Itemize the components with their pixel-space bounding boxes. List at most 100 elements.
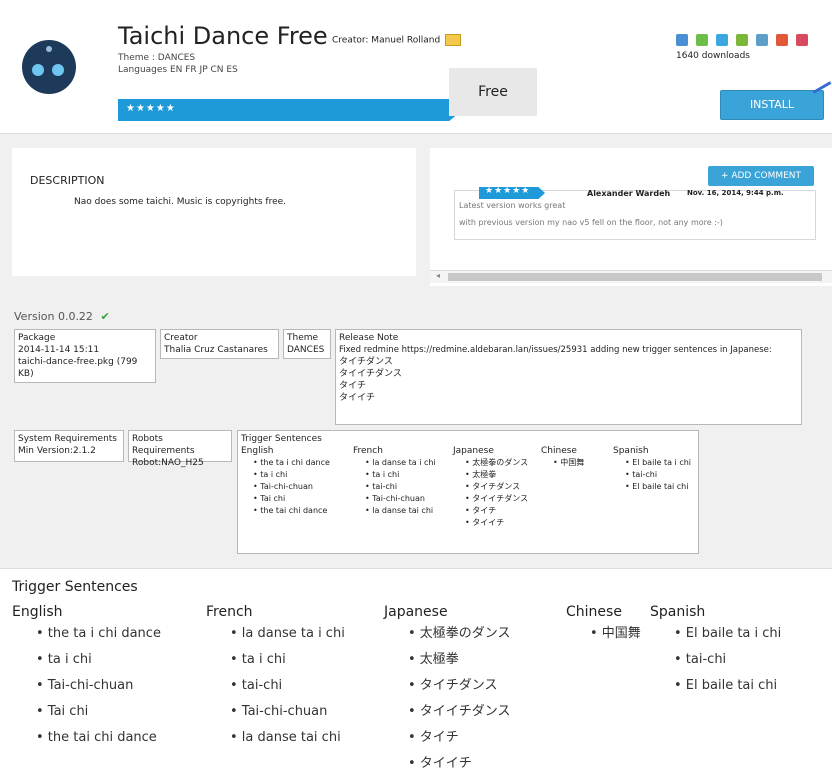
trigger-item: • El baile ta i chi <box>674 626 782 641</box>
logo-dot <box>46 46 52 52</box>
check-icon <box>696 34 708 46</box>
comment-box: ★★★★★ Alexander Wardeh Nov. 16, 2014, 9:… <box>454 187 816 240</box>
creator-value: Thalia Cruz Castanares <box>164 345 268 355</box>
description-panel: DESCRIPTION Nao does some taichi. Music … <box>12 148 416 276</box>
person-icon <box>776 34 788 46</box>
trigger-column-french: French • la danse ta i chi • ta i chi • tai… <box>353 445 436 517</box>
rating-bar: ★★★★★ <box>118 99 463 121</box>
trigger-item: • tai-chi <box>674 652 727 667</box>
trigger-language-heading: Spanish <box>650 604 706 620</box>
trigger-item: • 太極拳 <box>408 652 459 667</box>
logo-eye-right <box>52 64 64 76</box>
comment-author: Alexander Wardeh <box>587 189 671 198</box>
description-text: Nao does some taichi. Music is copyright… <box>74 197 287 207</box>
trigger-column-japanese: Japanese • 太極拳のダンス • 太極拳 • タイチダンス • タイイチダンス •… <box>384 603 511 777</box>
comment-line-1: Latest version works great <box>459 201 566 210</box>
trigger-column-chinese: Chinese • 中国舞 <box>541 445 584 469</box>
creator-link[interactable]: Creator: Manuel Rolland <box>332 34 462 47</box>
triggers-title: Trigger Sentences <box>12 579 138 595</box>
version-text: Version 0.0.22 <box>14 310 93 323</box>
trigger-item: • the ta i chi dance <box>36 626 161 641</box>
comments-scrollbar[interactable]: ◂ <box>430 270 832 283</box>
languages-line: Languages EN FR JP CN ES <box>118 65 238 75</box>
theme-line: Theme : DANCES <box>118 53 196 63</box>
trigger-item: • 中国舞 <box>553 458 585 467</box>
system-requirements-cell: System Requirements Min Version:2.1.2 <box>14 430 124 462</box>
app-header: Taichi Dance Free Creator: Manuel Rollan… <box>0 0 832 134</box>
small-trigger-columns: English • the ta i chi dance • ta i chi • T… <box>241 445 695 553</box>
trigger-item: • タイイチ <box>408 756 472 771</box>
package-cell: Package 2014-11-14 15:11 taichi-dance-fr… <box>14 329 156 383</box>
install-button[interactable]: INSTALL <box>720 90 824 120</box>
scroll-thumb[interactable] <box>448 273 822 281</box>
trigger-column-spanish: Spanish • El baile ta i chi • tai-chi • El … <box>650 603 781 699</box>
trigger-item: • the ta i chi dance <box>253 458 330 467</box>
trigger-item: • tai-chi <box>230 678 283 693</box>
trigger-column-spanish: Spanish • El baile ta i chi • tai-chi • El … <box>613 445 691 493</box>
trigger-item: • Tai chi <box>253 494 286 503</box>
creator-label: Creator: Manuel Rolland <box>332 35 441 46</box>
creator-heading: Creator <box>164 333 198 343</box>
comment-stars-badge: ★★★★★ <box>479 187 545 199</box>
release-text: Fixed redmine https://redmine.aldebaran.… <box>339 345 772 355</box>
version-label: Version 0.0.22 ✔ <box>14 310 110 323</box>
puzzle-icon <box>736 34 748 46</box>
trigger-item: • 太極拳 <box>465 470 497 479</box>
theme-heading: Theme <box>287 333 319 343</box>
sysreq-value: Min Version:2.1.2 <box>18 446 96 456</box>
release-note-cell: Release Note Fixed redmine https://redmi… <box>335 329 802 425</box>
add-comment-button[interactable]: + ADD COMMENT <box>708 166 814 186</box>
release-line: タイチダンス <box>339 357 393 367</box>
trigger-item: • El baile ta i chi <box>625 458 692 467</box>
trigger-item: • 太極拳のダンス <box>408 626 511 641</box>
trigger-item: • the tai chi dance <box>253 506 328 515</box>
trigger-item: • タイイチダンス <box>408 704 511 719</box>
trigger-column-japanese: Japanese • 太極拳のダンス • 太極拳 • タイチダンス • タイイチダンス •… <box>453 445 528 529</box>
trigger-item: • Tai-chi-chuan <box>253 482 313 491</box>
flask-icon <box>756 34 768 46</box>
heart-icon <box>796 34 808 46</box>
comments-panel: + ADD COMMENT ★★★★★ Alexander Wardeh Nov… <box>430 148 832 286</box>
app-title: Taichi Dance Free <box>118 22 328 50</box>
trigger-item: • タイイチダンス <box>465 494 529 503</box>
check-mark-icon: ✔ <box>100 310 110 323</box>
logo-eye-left <box>32 64 44 76</box>
trigger-item: • Tai chi <box>36 704 89 719</box>
sysreq-heading: System Requirements <box>18 434 117 444</box>
trigger-item: • la danse tai chi <box>230 730 341 745</box>
trigger-item: • 太極拳のダンス <box>465 458 529 467</box>
package-date: 2014-11-14 15:11 <box>18 345 100 355</box>
robots-heading: Robots Requirements <box>132 434 195 456</box>
trigger-item: • タイチダンス <box>465 482 521 491</box>
scroll-left-arrow[interactable]: ◂ <box>436 271 440 280</box>
trigger-item: • タイチ <box>465 506 497 515</box>
theme-cell: Theme DANCES <box>283 329 331 359</box>
package-heading: Package <box>18 333 56 343</box>
trigger-heading-small: Trigger Sentences <box>241 434 322 444</box>
trigger-item: • ta i chi <box>230 652 286 667</box>
compat-icons <box>676 34 821 48</box>
trigger-language-heading: Chinese <box>566 604 622 620</box>
rating-stars: ★★★★★ <box>126 103 176 114</box>
install-label: INSTALL <box>749 98 795 111</box>
trigger-item: • la danse ta i chi <box>230 626 345 641</box>
comment-stars: ★★★★★ <box>485 186 531 196</box>
trigger-item: • タイイチ <box>465 518 505 527</box>
big-trigger-columns: English • the ta i chi dance • ta i chi • T… <box>0 603 832 781</box>
trigger-item: • ta i chi <box>36 652 92 667</box>
trigger-item: • El baile tai chi <box>625 482 689 491</box>
price-label: Free <box>478 84 508 100</box>
package-file: taichi-dance-free.pkg (799 KB) <box>18 357 138 379</box>
trigger-item: • El baile tai chi <box>674 678 778 693</box>
trigger-language-heading: English <box>241 446 274 456</box>
description-heading: DESCRIPTION <box>30 174 105 187</box>
trigger-item: • tai-chi <box>365 482 398 491</box>
trigger-item: • Tai-chi-chuan <box>36 678 134 693</box>
tablet-icon <box>716 34 728 46</box>
trigger-item: • la danse ta i chi <box>365 458 436 467</box>
mail-icon[interactable] <box>445 34 462 46</box>
trigger-item: • ta i chi <box>365 470 400 479</box>
trigger-sentences-cell: Trigger Sentences English • the ta i chi … <box>237 430 699 554</box>
robot-icon <box>676 34 688 46</box>
triggers-section: Trigger Sentences English • the ta i chi … <box>0 568 832 781</box>
